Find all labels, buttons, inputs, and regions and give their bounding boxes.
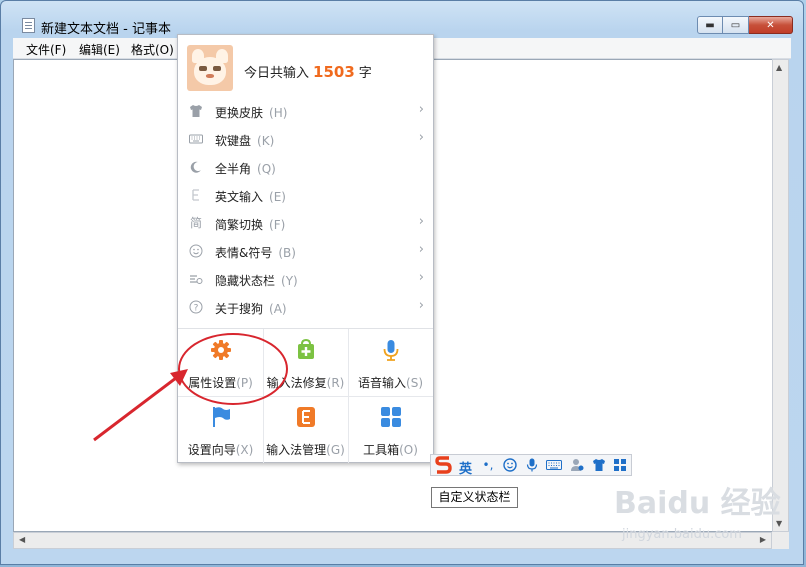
menu-item-label: 简繁切换 [215,218,264,232]
toolbox-icon[interactable] [613,458,627,472]
menu-item-hotkey: (B) [278,246,296,260]
avatar-eye-right [213,66,221,71]
window-controls: ▬ ▭ ✕ [697,16,793,34]
statusbar-tooltip: 自定义状态栏 [431,487,518,508]
menu-item-simplified-traditional[interactable]: 简 简繁切换 (F) › [178,209,433,237]
menu-item-label: 更换皮肤 [215,106,264,120]
maximize-button[interactable]: ▭ [723,16,749,34]
microphone-icon [380,339,402,361]
menu-edit[interactable]: 编辑(E) [79,41,120,58]
jian-char-icon: 简 [189,216,202,230]
menu-item-hotkey: (A) [269,302,287,316]
vertical-scrollbar[interactable]: ▲ ▼ [772,59,789,532]
grid-label: 工具箱 [363,443,400,457]
menu-item-full-half-width[interactable]: 全半角 (Q) [178,153,433,181]
ime-status-bar[interactable]: 英 •, [430,454,632,477]
annotation-arrow-icon [93,369,188,442]
keyboard-icon[interactable] [546,458,562,472]
grid-hotkey: (X) [235,443,254,457]
input-count: 1503 [313,63,355,81]
menu-item-hide-statusbar[interactable]: 隐藏状态栏 (Y) › [178,265,433,293]
menu-item-hotkey: (F) [269,218,286,232]
grid-label: 输入法管理 [266,443,327,457]
menu-file[interactable]: 文件(F) [26,41,66,58]
menu-item-about-sogou[interactable]: ? 关于搜狗 (A) › [178,293,433,321]
menu-item-label: 隐藏状态栏 [215,274,276,288]
hide-bar-icon [189,272,203,286]
greeting-prefix: 今日共输入 [244,66,310,81]
smiley-icon [189,244,203,258]
minimize-button[interactable]: ▬ [697,16,723,34]
shirt-icon[interactable] [592,458,606,472]
chevron-right-icon: › [418,102,424,117]
grid-label: 语音输入 [358,376,407,390]
notepad-app-icon [22,18,35,33]
chevron-right-icon: › [418,242,424,257]
grid-ime-manager[interactable]: 输入法管理(G) [263,396,348,463]
menu-item-hotkey: (E) [269,190,286,204]
ime-menu-list: 更换皮肤 (H) › 软键盘 (K) › 全半角 (Q) 英文输入 (E) 简 简繁切换… [178,97,433,321]
menu-item-hotkey: (Q) [257,162,276,176]
annotation-circle [178,333,288,405]
scroll-up-icon[interactable]: ▲ [776,63,782,72]
baidu-watermark-url: jingyan.baidu.com [622,527,742,542]
daily-input-greeting: 今日共输入 1503 字 [244,62,372,81]
keyboard-icon [189,132,203,146]
question-icon: ? [189,300,203,314]
manager-icon [295,406,317,428]
grid-label: 设置向导 [187,443,236,457]
menu-format[interactable]: 格式(O) [131,41,174,58]
user-avatar[interactable] [187,45,233,91]
avatar-face [194,57,226,85]
scroll-left-icon[interactable]: ◀ [19,535,25,544]
smiley-icon[interactable] [503,458,517,472]
menu-item-hotkey: (Y) [281,274,298,288]
microphone-icon[interactable] [525,458,539,472]
menu-item-label: 表情&符号 [215,246,273,260]
resize-grip[interactable] [772,532,789,549]
grid-voice-input[interactable]: 语音输入(S) [348,329,433,396]
chevron-right-icon: › [418,130,424,145]
grid-hotkey: (S) [406,376,423,390]
shirt-icon [189,104,203,118]
menu-item-label: 关于搜狗 [215,302,264,316]
greeting-suffix: 字 [358,66,372,81]
letter-e-icon [189,188,203,202]
menu-item-label: 软键盘 [215,134,252,148]
toolbox-icon [380,406,402,428]
baidu-watermark: Baidu 经验 [614,486,781,521]
menu-item-emoji-symbols[interactable]: 表情&符号 (B) › [178,237,433,265]
grid-hotkey: (R) [326,376,345,390]
punct-icon[interactable]: •, [481,458,495,472]
menu-item-hotkey: (H) [269,106,288,120]
input-mode-indicator[interactable]: 英 [459,458,472,477]
svg-text:?: ? [194,304,199,314]
menu-item-label: 全半角 [215,162,252,176]
menu-item-soft-keyboard[interactable]: 软键盘 (K) › [178,125,433,153]
sogou-logo-icon[interactable] [433,456,455,474]
flag-icon [210,406,232,428]
menu-item-hotkey: (K) [257,134,275,148]
chevron-right-icon: › [418,270,424,285]
window-title: 新建文本文档 - 记事本 [41,22,171,37]
grid-hotkey: (G) [326,443,345,457]
title-bar[interactable]: 新建文本文档 - 记事本 ▬ ▭ ✕ [1,1,803,37]
chevron-right-icon: › [418,298,424,313]
menu-item-skin[interactable]: 更换皮肤 (H) › [178,97,433,125]
grid-toolbox[interactable]: 工具箱(O) [348,396,433,463]
chevron-right-icon: › [418,214,424,229]
scroll-right-icon[interactable]: ▶ [760,535,766,544]
grid-hotkey: (O) [399,443,418,457]
menu-item-label: 英文输入 [215,190,264,204]
moon-icon [189,160,203,174]
menu-item-english-input[interactable]: 英文输入 (E) [178,181,433,209]
repair-bag-icon [295,338,317,361]
close-button[interactable]: ✕ [749,16,793,34]
user-icon[interactable] [570,458,584,472]
avatar-nose [206,74,214,78]
avatar-eye-left [199,66,207,71]
